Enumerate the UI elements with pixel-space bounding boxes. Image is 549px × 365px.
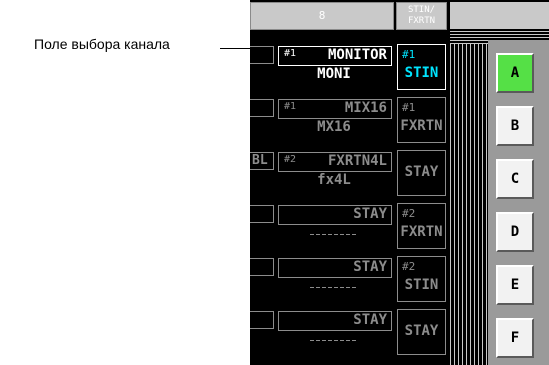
stin-header-line1: STIN/ [407,5,436,15]
channel-name: STAY [353,312,387,328]
channel-name: STAY [353,206,387,222]
channel-select-field[interactable]: STAY [278,311,392,331]
prev-channel-field[interactable] [250,258,274,276]
channel-select-field[interactable]: STAY [278,205,392,225]
channel-number-header: 8 [250,2,394,30]
stin-fxrtn-cell[interactable]: #2 STIN [397,256,446,302]
scroll-rail [450,44,490,365]
bank-panel: ABCDEF [488,40,549,365]
stin-value: STAY [404,323,439,339]
stin-value: FXRTN [400,224,443,240]
stin-fxrtn-cell[interactable]: #1 FXRTN [397,97,446,143]
header-filler [450,2,549,30]
bank-button-f[interactable]: F [496,318,534,358]
channel-select-field[interactable]: #2 FXRTN4L [278,152,392,172]
empty-short-name-dashes [310,234,358,235]
channel-select-callout: Поле выбора канала [34,36,170,52]
empty-short-name-dashes [310,287,358,288]
stin-number: #1 [402,101,416,114]
channel-select-field[interactable]: STAY [278,258,392,278]
stin-header-line2: FXRTN [407,16,436,26]
stin-fxrtn-header: STIN/ FXRTN [396,2,447,30]
stin-number: #2 [402,207,416,220]
bank-button-b[interactable]: B [496,106,534,146]
bank-button-e[interactable]: E [496,265,534,305]
stin-number: #2 [402,260,416,273]
stin-number: #1 [402,48,416,61]
channel-short-name: fx4L [317,172,351,188]
bank-button-c[interactable]: C [496,159,534,199]
stin-value: STIN [404,65,439,81]
empty-short-name-dashes [310,340,358,341]
stin-fxrtn-cell[interactable]: #2 FXRTN [397,203,446,249]
channel-select-field[interactable]: #1 MONITOR [278,46,392,66]
mixer-screen: 8 STIN/ FXRTN #1 MONITOR MONI #1 STIN #1 MIX16… [250,0,549,365]
channel-select-field[interactable]: #1 MIX16 [278,99,392,119]
channel-short-name: MX16 [317,119,351,135]
stin-fxrtn-cell[interactable]: STAY [397,150,446,196]
stin-fxrtn-cell[interactable]: #1 STIN [397,44,446,90]
prev-channel-field[interactable]: BL [250,152,274,170]
stin-value: STIN [404,277,439,293]
stin-fxrtn-cell[interactable]: STAY [397,309,446,355]
prev-channel-field[interactable] [250,46,274,64]
prev-channel-field[interactable] [250,99,274,117]
bank-button-a[interactable]: A [496,53,534,93]
prev-channel-field[interactable] [250,311,274,329]
channel-name: MIX16 [344,100,387,116]
stin-value: STAY [404,164,439,180]
channel-name: MONITOR [327,47,387,63]
channel-name: FXRTN4L [327,153,387,169]
channel-name: STAY [353,259,387,275]
prev-channel-field[interactable] [250,205,274,223]
bank-button-d[interactable]: D [496,212,534,252]
channel-short-name: MONI [317,66,351,82]
stin-value: FXRTN [400,118,443,134]
